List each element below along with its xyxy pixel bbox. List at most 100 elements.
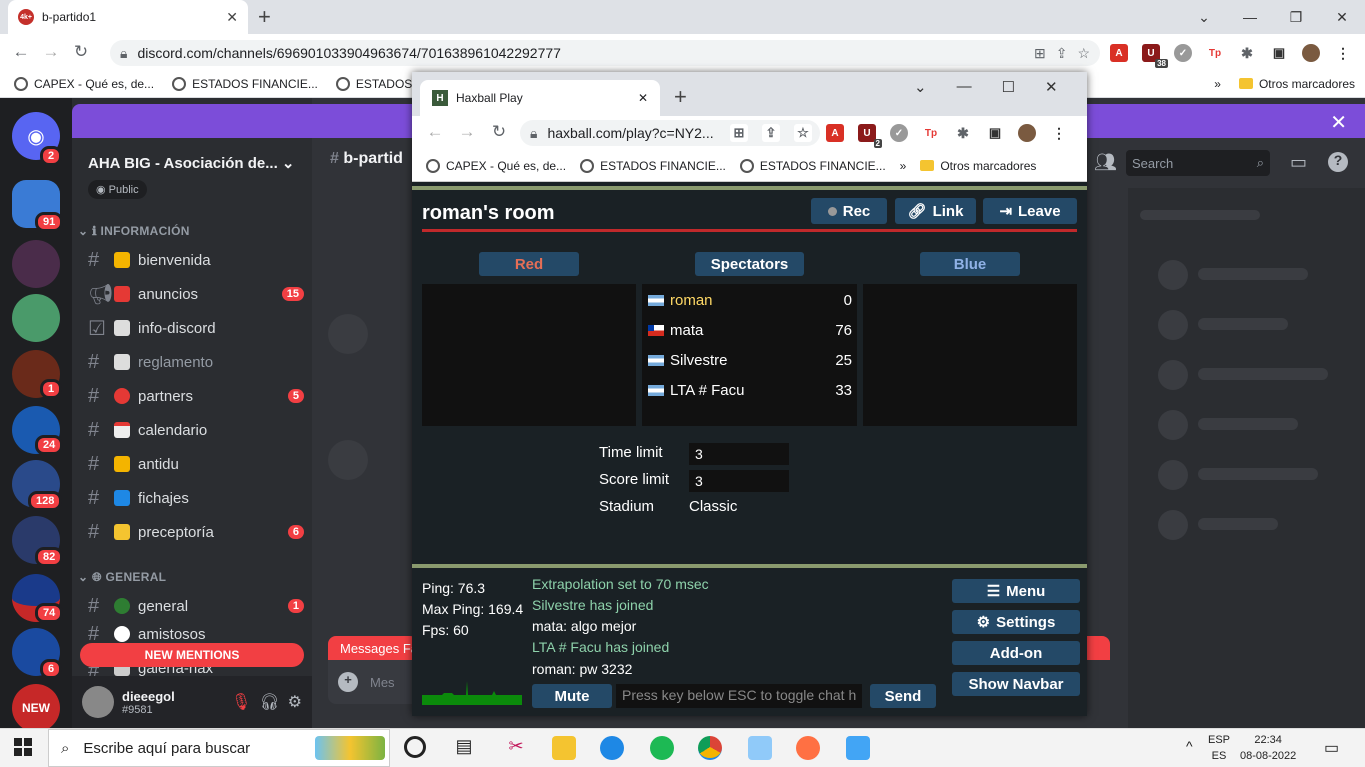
mute-mic-icon[interactable]: 🎙︎ <box>231 692 251 712</box>
more-menu-icon[interactable]: ⋮ <box>1334 44 1352 62</box>
channel-item[interactable]: # bienvenida <box>88 245 304 275</box>
server-icon[interactable] <box>12 294 60 342</box>
shield-extension-icon[interactable]: U2 <box>858 124 882 148</box>
bookmark-item[interactable]: ESTADOS FINANCIE... <box>172 76 318 91</box>
search-input[interactable]: Search ⌕ <box>1126 150 1270 176</box>
bookmark-item[interactable]: CAPEX - Qué es, de... <box>426 158 566 173</box>
bookmark-overflow-icon[interactable]: » <box>900 159 907 173</box>
clock[interactable]: 22:34 08-08-2022 <box>1240 732 1296 764</box>
red-team-button[interactable]: Red <box>479 252 579 276</box>
control-panel-icon[interactable] <box>846 736 870 760</box>
menu-button[interactable]: ☰ Menu <box>952 579 1080 603</box>
blue-team-button[interactable]: Blue <box>920 252 1020 276</box>
player-row[interactable]: roman 0 <box>648 285 852 315</box>
headphones-icon[interactable]: 🎧︎ <box>259 692 279 712</box>
channel-item[interactable]: # reglamento <box>88 347 304 377</box>
user-info[interactable]: dieeegol #9581 <box>122 689 175 716</box>
back-button[interactable]: ← <box>6 42 36 62</box>
bookmark-item[interactable]: ESTADOS FINANCIE... <box>580 158 726 173</box>
channel-item[interactable]: 📢︎ anuncios 15 <box>88 279 304 309</box>
channel-item[interactable]: # partners 5 <box>88 381 304 411</box>
tp-extension-icon[interactable]: Tp <box>922 124 940 142</box>
channel-item[interactable]: ☑ info-discord <box>88 313 304 343</box>
more-menu-icon[interactable]: ⋮ <box>1050 124 1068 142</box>
show-navbar-button[interactable]: Show Navbar <box>952 672 1080 696</box>
other-bookmarks[interactable]: Otros marcadores <box>920 159 1036 173</box>
bookmark-overflow-icon[interactable]: » <box>1214 77 1221 91</box>
channel-item[interactable]: # amistosos <box>88 625 304 643</box>
pdf-extension-icon[interactable]: A <box>1110 44 1128 62</box>
close-window-button[interactable]: ✕ <box>1319 0 1365 34</box>
cortana-icon[interactable] <box>404 736 426 758</box>
gear-icon[interactable]: ⚙ <box>288 692 302 712</box>
bookmark-item[interactable]: ESTADOS FINANCIE... <box>739 158 886 173</box>
minimize-button[interactable]: — <box>1227 0 1273 34</box>
restore-button[interactable]: ❐ <box>1273 0 1319 34</box>
edge-icon[interactable] <box>600 736 624 760</box>
reload-button[interactable]: ↻ <box>484 122 514 142</box>
stadium-value[interactable]: Classic <box>689 498 737 515</box>
leave-button[interactable]: ⇥ Leave <box>983 198 1077 224</box>
message-input[interactable]: + Mes <box>328 660 418 704</box>
tp-extension-icon[interactable]: Tp <box>1206 44 1224 62</box>
app-icon[interactable] <box>748 736 772 760</box>
settings-button[interactable]: ⚙ Settings <box>952 610 1080 634</box>
chrome-icon[interactable] <box>698 736 722 760</box>
firefox-icon[interactable] <box>796 736 820 760</box>
sidepanel-icon[interactable]: ▣ <box>986 124 1004 142</box>
inbox-icon[interactable]: ▭ <box>1290 152 1307 173</box>
category-general[interactable]: ⌄ 🌐︎ GENERAL <box>78 570 166 585</box>
banner-close-icon[interactable]: ✕ <box>1330 110 1347 135</box>
messages-failed-bar[interactable]: Messages Fa <box>328 636 418 660</box>
members-icon[interactable]: 👥︎ <box>1094 152 1117 173</box>
other-bookmarks[interactable]: Otros marcadores <box>1238 77 1355 91</box>
new-mentions-pill[interactable]: NEW MENTIONS <box>80 643 304 667</box>
reload-button[interactable]: ↻ <box>66 42 96 62</box>
bookmark-item[interactable]: CAPEX - Qué es, de... <box>14 76 154 91</box>
bookmark-star-icon[interactable]: ☆ <box>1077 45 1090 62</box>
share-icon[interactable]: ⇪ <box>1056 45 1068 62</box>
shield-extension-icon[interactable]: U 38 <box>1142 44 1168 68</box>
puzzle-icon[interactable]: ✱ <box>1238 44 1256 62</box>
minimize-button[interactable]: — <box>957 78 972 96</box>
channel-item[interactable]: # calendario <box>88 415 304 445</box>
channel-item[interactable]: # antidu <box>88 449 304 479</box>
help-icon[interactable]: ? <box>1328 152 1348 172</box>
red-team-list[interactable] <box>422 284 636 426</box>
profile-avatar[interactable] <box>1302 44 1320 62</box>
player-row[interactable]: Silvestre 25 <box>648 345 852 375</box>
score-limit-input[interactable]: 3 <box>689 470 789 492</box>
time-limit-input[interactable]: 3 <box>689 443 789 465</box>
browser-tab[interactable]: 4k+ b-partido1 ✕ <box>8 0 248 34</box>
back-button[interactable]: ← <box>420 122 450 142</box>
chat-input[interactable]: Press key below ESC to toggle chat h <box>616 684 862 708</box>
avatar[interactable] <box>82 686 114 718</box>
language-indicator[interactable]: ESP ES <box>1208 732 1230 764</box>
blue-team-list[interactable] <box>863 284 1077 426</box>
close-tab-icon[interactable]: ✕ <box>226 9 238 26</box>
spectators-button[interactable]: Spectators <box>695 252 804 276</box>
player-row[interactable]: mata 76 <box>648 315 852 345</box>
share-icon[interactable]: ⇪ <box>762 124 780 142</box>
pdf-extension-icon[interactable]: A <box>826 124 844 142</box>
profile-avatar[interactable] <box>1018 124 1036 142</box>
close-window-button[interactable]: ✕ <box>1045 78 1058 96</box>
new-server-badge[interactable]: NEW <box>12 684 60 732</box>
translate-icon[interactable]: ⊞ <box>730 124 748 142</box>
server-icon[interactable] <box>12 240 60 288</box>
channel-item[interactable]: # general 1 <box>88 591 304 621</box>
channel-item[interactable]: # preceptoría 6 <box>88 517 304 547</box>
addon-button[interactable]: Add-on <box>952 641 1080 665</box>
haxball-tab[interactable]: H Haxball Play ✕ <box>420 80 660 116</box>
forward-button[interactable]: → <box>452 122 482 142</box>
windows-start-icon[interactable] <box>14 738 32 756</box>
snip-tool-icon[interactable]: ✂ <box>504 736 528 760</box>
link-button[interactable]: 🔗︎ Link <box>895 198 976 224</box>
channel-item[interactable]: # fichajes <box>88 483 304 513</box>
file-explorer-icon[interactable] <box>552 736 576 760</box>
sidepanel-icon[interactable]: ▣ <box>1270 44 1288 62</box>
guild-name[interactable]: AHA BIG - Asociación de... ⌄ <box>88 154 295 172</box>
mute-button[interactable]: Mute <box>532 684 612 708</box>
close-tab-icon[interactable]: ✕ <box>638 91 648 105</box>
bookmark-star-icon[interactable]: ☆ <box>794 124 812 142</box>
